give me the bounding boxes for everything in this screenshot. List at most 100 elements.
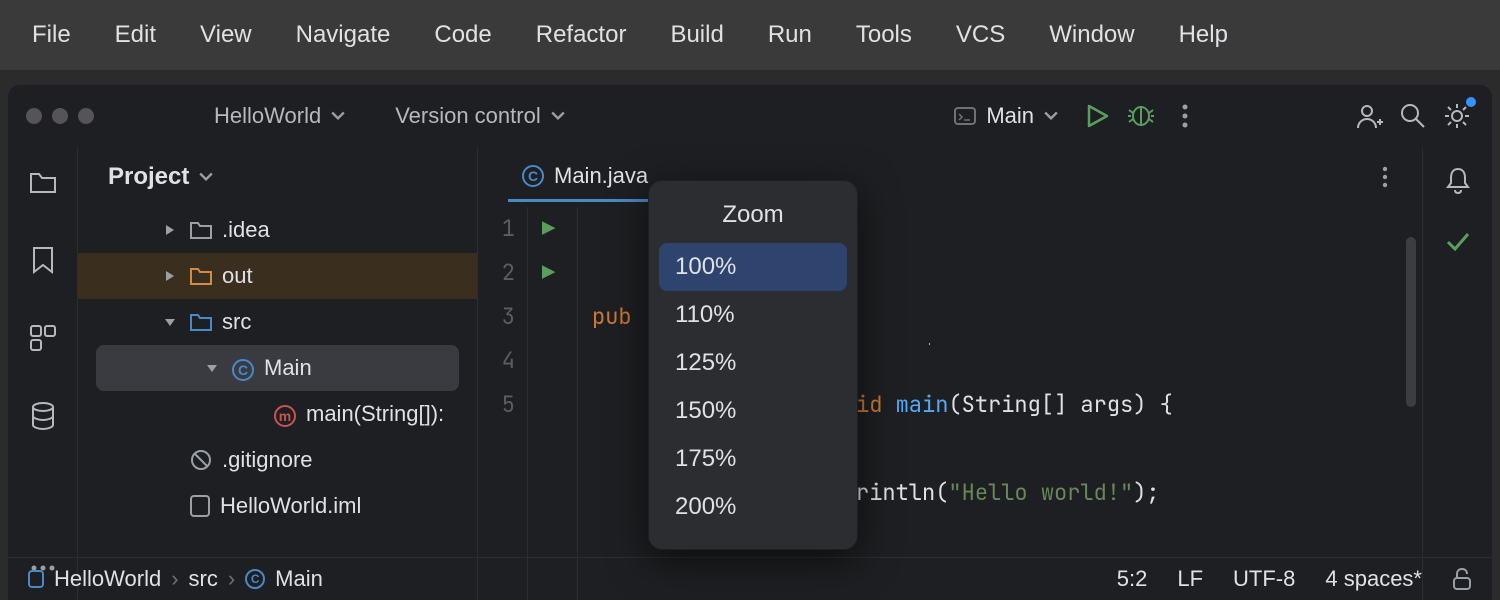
indent-setting[interactable]: 4 spaces* [1325,566,1422,592]
bell-icon [1446,166,1470,194]
structure-tool-button[interactable] [26,321,60,355]
toolbar: HelloWorld Version control Main [8,85,1492,147]
database-tool-button[interactable] [26,399,60,433]
menu-help[interactable]: Help [1157,13,1250,57]
tree-arrow-icon[interactable] [160,224,180,236]
menu-tools[interactable]: Tools [834,13,934,57]
zoom-option[interactable]: 125% [659,339,847,387]
statusbar: HelloWorld › src › C Main 5:2 LF UTF-8 4… [8,557,1492,600]
zoom-option[interactable]: 175% [659,435,847,483]
zoom-option[interactable]: 200% [659,483,847,531]
tree-item[interactable]: .idea [78,207,477,253]
folder-icon [29,170,57,194]
chevron-down-icon [551,109,565,123]
chevron-right-icon: › [171,566,178,592]
debug-button[interactable] [1124,99,1158,133]
gear-icon [1443,102,1471,130]
chevron-down-icon [1044,109,1058,123]
zoom-option[interactable]: 150% [659,387,847,435]
window-controls[interactable] [26,108,94,124]
menu-build[interactable]: Build [648,13,745,57]
line-separator[interactable]: LF [1177,566,1203,592]
menu-file[interactable]: File [10,13,93,57]
gitignore-icon [190,449,212,471]
tree-item[interactable]: src [78,299,477,345]
bug-icon [1127,103,1155,129]
run-config-dropdown[interactable]: Main [942,97,1070,135]
tree-label: src [222,309,251,335]
folder-icon [190,221,212,239]
breadcrumbs[interactable]: HelloWorld › src › C Main [28,566,323,592]
editor[interactable]: C Main.java 12345 ▶▶ public class Main { [478,147,1422,600]
encoding[interactable]: UTF-8 [1233,566,1295,592]
search-button[interactable] [1396,99,1430,133]
inspection-ok[interactable] [1441,225,1475,259]
vcs-dropdown[interactable]: Version control [395,103,565,129]
zoom-option[interactable]: 110% [659,291,847,339]
close-dot-icon[interactable] [26,108,42,124]
folder-blue-icon [190,313,212,331]
menu-edit[interactable]: Edit [93,13,178,57]
run-button[interactable] [1080,99,1114,133]
menu-view[interactable]: View [178,13,274,57]
class-icon: C [522,165,544,187]
class-icon: C [245,569,265,589]
text-cursor-icon [928,343,930,371]
tree-item[interactable]: .gitignore [78,437,477,483]
project-tree[interactable]: .idea out src C Main mmain(String[]):.gitigno… [78,207,477,600]
folder-orange-icon [190,267,212,285]
project-dropdown[interactable]: HelloWorld [214,103,345,129]
project-panel: Project .ideaoutsrcCMainmmain(String[]):… [78,147,478,600]
menu-window[interactable]: Window [1027,13,1156,57]
tree-item[interactable]: C Main [96,345,459,391]
tree-label: Main [264,355,312,381]
menu-refactor[interactable]: Refactor [514,13,649,57]
tab-label: Main.java [554,163,648,189]
check-icon [1446,232,1470,252]
tree-item[interactable]: HelloWorld.iml [78,483,477,529]
person-add-icon [1355,102,1383,130]
menu-code[interactable]: Code [412,13,513,57]
menu-run[interactable]: Run [746,13,834,57]
crumb[interactable]: HelloWorld [54,566,161,592]
zoom-option[interactable]: 100% [659,243,847,291]
tree-arrow-icon[interactable] [160,270,180,282]
run-gutter[interactable]: ▶▶ [528,207,578,600]
tree-label: .idea [222,217,270,243]
project-name: HelloWorld [214,103,321,129]
maximize-dot-icon[interactable] [78,108,94,124]
tree-arrow-icon[interactable] [160,316,180,328]
menubar: FileEditViewNavigateCodeRefactorBuildRun… [0,0,1500,70]
more-vertical-icon [1382,166,1388,188]
tree-item[interactable]: out [78,253,477,299]
notifications-button[interactable] [1441,163,1475,197]
menu-vcs[interactable]: VCS [934,13,1027,57]
tree-item[interactable]: mmain(String[]): [78,391,477,437]
scrollbar-thumb[interactable] [1406,237,1416,407]
chevron-down-icon[interactable] [199,170,213,184]
line-gutter[interactable]: 12345 [478,207,528,600]
bookmarks-tool-button[interactable] [26,243,60,277]
minimize-dot-icon[interactable] [52,108,68,124]
editor-tab[interactable]: C Main.java [508,153,662,202]
notification-dot-icon [1466,97,1476,107]
crumb[interactable]: src [189,566,218,592]
settings-button[interactable] [1440,99,1474,133]
zoom-options: 100%110%125%150%175%200% [659,243,847,531]
search-icon [1400,103,1426,129]
more-vertical-icon [1182,104,1188,128]
zoom-title: Zoom [659,191,847,243]
tab-more-button[interactable] [1368,160,1402,194]
menu-navigate[interactable]: Navigate [274,13,413,57]
code-with-me-button[interactable] [1352,99,1386,133]
cursor-position[interactable]: 5:2 [1117,566,1148,592]
class-icon: C [232,355,254,381]
tree-arrow-icon[interactable] [202,362,222,374]
lock-icon[interactable] [1452,568,1472,590]
crumb[interactable]: Main [275,566,323,592]
project-tool-button[interactable] [26,165,60,199]
method-icon: m [274,401,296,427]
vcs-label: Version control [395,103,541,129]
iml-icon [190,495,210,517]
more-actions-button[interactable] [1168,99,1202,133]
